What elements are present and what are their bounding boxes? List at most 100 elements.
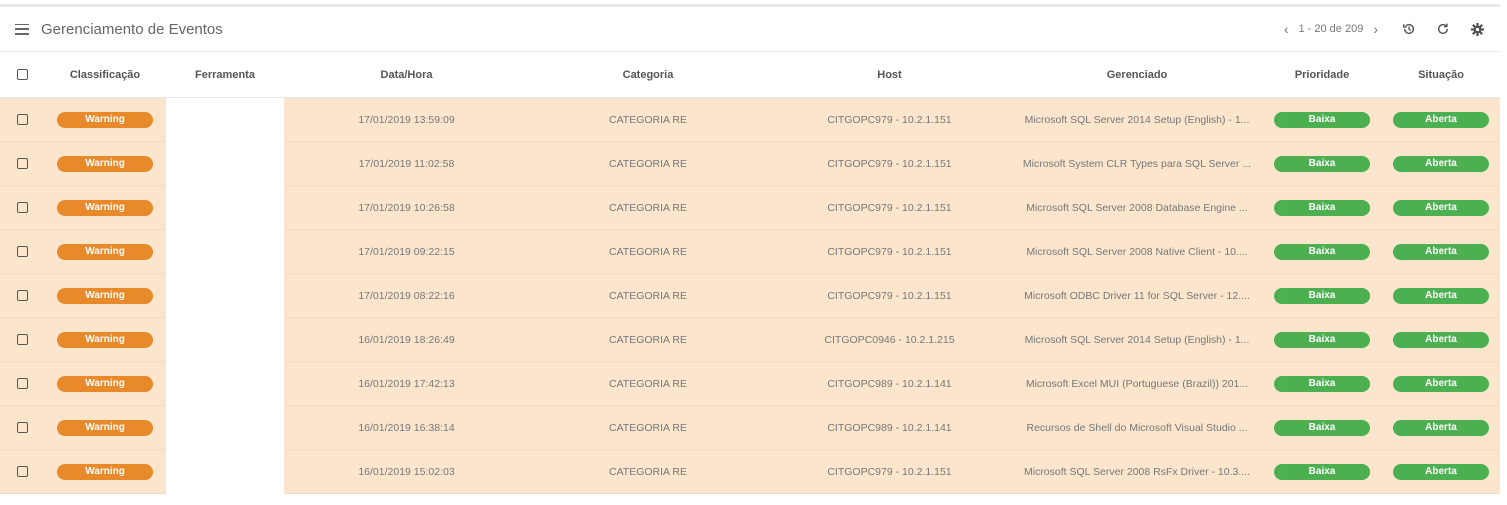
toolbar-actions: ‹ 1 - 20 de 209 › bbox=[1278, 20, 1486, 38]
prioridade-cell: Baixa bbox=[1262, 185, 1382, 230]
prioridade-badge: Baixa bbox=[1274, 155, 1370, 172]
prioridade-cell: Baixa bbox=[1262, 229, 1382, 274]
classificacao-cell: Warning bbox=[44, 273, 166, 318]
ferramenta-cell bbox=[166, 141, 284, 186]
history-icon[interactable] bbox=[1400, 20, 1418, 38]
column-header[interactable]: Prioridade bbox=[1262, 52, 1382, 98]
prioridade-cell: Baixa bbox=[1262, 141, 1382, 186]
host-cell: CITGOPC989 - 10.2.1.141 bbox=[767, 405, 1012, 450]
gerenciado-text: Microsoft SQL Server 2008 RsFx Driver - … bbox=[1023, 465, 1250, 478]
situacao-badge: Aberta bbox=[1393, 287, 1489, 304]
gerenciado-text: Microsoft Excel MUI (Portuguese (Brazil)… bbox=[1025, 377, 1249, 390]
classificacao-badge: Warning bbox=[57, 287, 153, 304]
data-hora-cell: 16/01/2019 18:26:49 bbox=[284, 317, 529, 362]
classificacao-cell: Warning bbox=[44, 449, 166, 494]
host-cell: CITGOPC979 - 10.2.1.151 bbox=[767, 229, 1012, 274]
data-hora-cell: 17/01/2019 08:22:16 bbox=[284, 273, 529, 318]
situacao-badge: Aberta bbox=[1393, 375, 1489, 392]
gerenciado-cell: Microsoft SQL Server 2008 RsFx Driver - … bbox=[1012, 449, 1262, 494]
prioridade-cell: Baixa bbox=[1262, 97, 1382, 142]
situacao-badge: Aberta bbox=[1393, 111, 1489, 128]
categoria-cell: CATEGORIA RE bbox=[529, 273, 767, 318]
row-checkbox[interactable] bbox=[16, 114, 28, 126]
row-checkbox-cell bbox=[0, 185, 44, 230]
table-row[interactable]: Warning 16/01/2019 16:38:14 CATEGORIA RE CI… bbox=[0, 405, 1500, 450]
host-cell: CITGOPC979 - 10.2.1.151 bbox=[767, 141, 1012, 186]
gerenciado-cell: Microsoft SQL Server 2008 Native Client … bbox=[1012, 229, 1262, 274]
prioridade-badge: Baixa bbox=[1274, 463, 1370, 480]
refresh-icon[interactable] bbox=[1434, 20, 1452, 38]
row-checkbox[interactable] bbox=[16, 246, 28, 258]
row-checkbox[interactable] bbox=[16, 334, 28, 346]
categoria-cell: CATEGORIA RE bbox=[529, 361, 767, 406]
column-header[interactable]: Gerenciado bbox=[1012, 52, 1262, 98]
classificacao-cell: Warning bbox=[44, 185, 166, 230]
select-all-checkbox[interactable] bbox=[16, 69, 28, 81]
table-row[interactable]: Warning 16/01/2019 17:42:13 CATEGORIA RE CI… bbox=[0, 361, 1500, 406]
column-header[interactable]: Situação bbox=[1382, 52, 1500, 98]
classificacao-badge: Warning bbox=[57, 243, 153, 260]
row-checkbox-cell bbox=[0, 273, 44, 318]
column-header[interactable]: Ferramenta bbox=[166, 52, 284, 98]
row-checkbox-cell bbox=[0, 405, 44, 450]
menu-icon[interactable] bbox=[15, 23, 29, 35]
gerenciado-text: Microsoft SQL Server 2008 Native Client … bbox=[1026, 245, 1248, 258]
row-checkbox-cell bbox=[0, 229, 44, 274]
classificacao-badge: Warning bbox=[57, 199, 153, 216]
situacao-cell: Aberta bbox=[1382, 141, 1500, 186]
gerenciado-text: Microsoft System CLR Types para SQL Serv… bbox=[1022, 157, 1252, 170]
host-cell: CITGOPC979 - 10.2.1.151 bbox=[767, 97, 1012, 142]
situacao-cell: Aberta bbox=[1382, 229, 1500, 274]
column-header[interactable]: Classificação bbox=[44, 52, 166, 98]
table-row[interactable]: Warning 17/01/2019 11:02:58 CATEGORIA RE CI… bbox=[0, 141, 1500, 186]
situacao-cell: Aberta bbox=[1382, 449, 1500, 494]
chevron-right-icon[interactable]: › bbox=[1367, 21, 1384, 37]
situacao-cell: Aberta bbox=[1382, 97, 1500, 142]
row-checkbox[interactable] bbox=[16, 202, 28, 214]
row-checkbox[interactable] bbox=[16, 466, 28, 478]
table-row[interactable]: Warning 17/01/2019 08:22:16 CATEGORIA RE CI… bbox=[0, 273, 1500, 318]
gerenciado-text: Microsoft SQL Server 2014 Setup (English… bbox=[1024, 333, 1250, 346]
chevron-left-icon[interactable]: ‹ bbox=[1278, 21, 1295, 37]
gerenciado-cell: Recursos de Shell do Microsoft Visual St… bbox=[1012, 405, 1262, 450]
row-checkbox[interactable] bbox=[16, 158, 28, 170]
host-cell: CITGOPC979 - 10.2.1.151 bbox=[767, 449, 1012, 494]
table-row[interactable]: Warning 17/01/2019 13:59:09 CATEGORIA RE CI… bbox=[0, 97, 1500, 142]
table-row[interactable]: Warning 17/01/2019 10:26:58 CATEGORIA RE CI… bbox=[0, 185, 1500, 230]
prioridade-cell: Baixa bbox=[1262, 449, 1382, 494]
classificacao-badge: Warning bbox=[57, 331, 153, 348]
prioridade-badge: Baixa bbox=[1274, 331, 1370, 348]
prioridade-cell: Baixa bbox=[1262, 361, 1382, 406]
gear-icon[interactable] bbox=[1468, 20, 1486, 38]
situacao-badge: Aberta bbox=[1393, 199, 1489, 216]
row-checkbox-cell bbox=[0, 141, 44, 186]
gerenciado-cell: Microsoft SQL Server 2008 Database Engin… bbox=[1012, 185, 1262, 230]
categoria-cell: CATEGORIA RE bbox=[529, 405, 767, 450]
column-header[interactable]: Categoria bbox=[529, 52, 767, 98]
prioridade-cell: Baixa bbox=[1262, 273, 1382, 318]
row-checkbox[interactable] bbox=[16, 378, 28, 390]
ferramenta-cell bbox=[166, 185, 284, 230]
row-checkbox[interactable] bbox=[16, 422, 28, 434]
situacao-badge: Aberta bbox=[1393, 331, 1489, 348]
host-cell: CITGOPC989 - 10.2.1.141 bbox=[767, 361, 1012, 406]
table-body: Warning 17/01/2019 13:59:09 CATEGORIA RE CI… bbox=[0, 97, 1500, 494]
classificacao-cell: Warning bbox=[44, 317, 166, 362]
column-header[interactable]: Host bbox=[767, 52, 1012, 98]
row-checkbox[interactable] bbox=[16, 290, 28, 302]
gerenciado-text: Recursos de Shell do Microsoft Visual St… bbox=[1026, 421, 1248, 434]
classificacao-cell: Warning bbox=[44, 361, 166, 406]
column-header[interactable]: Data/Hora bbox=[284, 52, 529, 98]
situacao-cell: Aberta bbox=[1382, 317, 1500, 362]
situacao-badge: Aberta bbox=[1393, 463, 1489, 480]
gerenciado-cell: Microsoft ODBC Driver 11 for SQL Server … bbox=[1012, 273, 1262, 318]
table-row[interactable]: Warning 17/01/2019 09:22:15 CATEGORIA RE CI… bbox=[0, 229, 1500, 274]
page-title: Gerenciamento de Eventos bbox=[41, 20, 223, 38]
table-row[interactable]: Warning 16/01/2019 18:26:49 CATEGORIA RE CI… bbox=[0, 317, 1500, 362]
classificacao-badge: Warning bbox=[57, 463, 153, 480]
situacao-badge: Aberta bbox=[1393, 419, 1489, 436]
table-row[interactable]: Warning 16/01/2019 15:02:03 CATEGORIA RE CI… bbox=[0, 449, 1500, 494]
gerenciado-text: Microsoft SQL Server 2008 Database Engin… bbox=[1026, 201, 1248, 214]
situacao-cell: Aberta bbox=[1382, 273, 1500, 318]
data-hora-cell: 16/01/2019 17:42:13 bbox=[284, 361, 529, 406]
